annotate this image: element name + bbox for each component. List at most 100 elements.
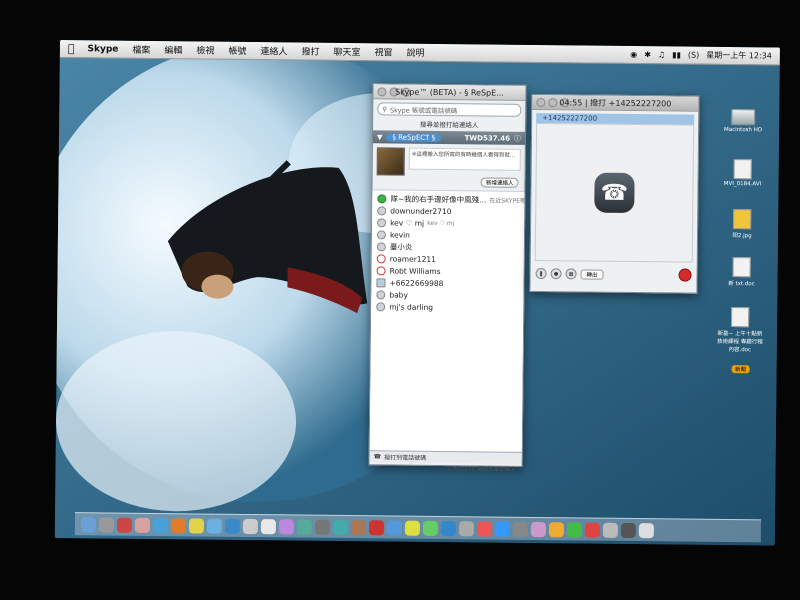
status-icon (377, 217, 387, 227)
volume-icon[interactable]: ♫ (658, 50, 665, 59)
app-icon[interactable] (278, 518, 294, 534)
search-call-link[interactable]: 搜尋並撥打給連絡人 (373, 118, 525, 130)
contact-name: roamer1211 (389, 253, 436, 264)
contact-name: 臺小炎 (389, 241, 413, 252)
info-icon[interactable]: ⓘ (514, 133, 521, 143)
firefox-icon[interactable] (170, 517, 187, 533)
image-file-icon (733, 209, 752, 230)
telephone-icon: ☎ (594, 172, 635, 214)
contact-name: kev ♡ mj (390, 217, 425, 228)
app-icon[interactable] (206, 518, 223, 534)
phone-small-icon: ☎ (373, 453, 382, 461)
app-icon[interactable] (530, 521, 546, 537)
battery-icon[interactable]: ▮▮ (672, 50, 681, 59)
app-icon[interactable] (620, 522, 636, 538)
mac-screen:  Skype 檔案 編輯 檢視 帳號 連絡人 撥打 聊天室 視窗 說明 ◉ ✱… (54, 40, 780, 546)
contact-name: 隊~我的右手邊好像中風殘... (390, 193, 487, 204)
status-icon (376, 253, 386, 263)
desktop-icon-image[interactable]: 阳2.jpg (722, 209, 762, 239)
status-icon (376, 277, 386, 287)
app-icon[interactable] (314, 519, 330, 535)
desktop-icon-label: 阳2.jpg (732, 233, 752, 240)
profile-name[interactable]: § ReSpECT § (386, 132, 442, 142)
contact-name: mj's darling (389, 301, 434, 312)
contact-list: 隊~我的右手邊好像中風殘... 在近SKYPE等您的... downunder27… (369, 190, 525, 452)
menu-app-name[interactable]: Skype (87, 44, 118, 54)
desktop-icon-video[interactable]: MVI_0184.AVI (722, 159, 762, 187)
hangup-icon[interactable] (678, 268, 692, 282)
contact-name: +6622669988 (389, 277, 444, 288)
skype-window-title: Skype™ (BETA) - § ReSpE... (395, 87, 504, 98)
search-input[interactable]: ⚲ Skype 帳號或電話號碼 (377, 102, 522, 117)
contact-item[interactable]: 臺小炎 (372, 240, 524, 254)
app-icon[interactable] (566, 521, 582, 537)
desktop-icon-hd[interactable]: Macintosh HD (723, 109, 763, 133)
bluetooth-icon[interactable]: ✱ (644, 50, 651, 59)
keypad-icon[interactable]: ▦ (565, 268, 577, 280)
menu-file[interactable]: 檔案 (132, 43, 150, 56)
app-icon[interactable] (350, 519, 366, 535)
app-icon[interactable] (494, 521, 510, 537)
contact-mood: 在近SKYPE等您的... (489, 197, 525, 205)
app-icon[interactable] (404, 520, 420, 536)
avatar[interactable] (376, 147, 405, 176)
app-icon[interactable] (476, 520, 492, 537)
contact-name: Robt Williams (389, 265, 441, 276)
app-icon[interactable] (386, 519, 402, 536)
safari-icon[interactable] (152, 517, 169, 533)
desktop-icon-badge[interactable]: 新聞 (721, 363, 761, 374)
menu-edit[interactable]: 編輯 (164, 43, 182, 56)
menu-view[interactable]: 檢視 (196, 43, 214, 56)
contact-item[interactable]: 隊~我的右手邊好像中風殘... 在近SKYPE等您的... (372, 192, 524, 206)
app-icon[interactable] (602, 522, 618, 538)
mute-icon[interactable]: ● (550, 268, 562, 280)
menu-help[interactable]: 說明 (406, 46, 424, 59)
dashboard-icon[interactable] (98, 516, 115, 533)
menu-contacts[interactable]: 連絡人 (260, 44, 287, 57)
contact-name: baby (389, 289, 408, 300)
app-icon[interactable] (458, 520, 474, 536)
app-icon[interactable] (584, 522, 600, 538)
apple-icon[interactable]:  (68, 42, 75, 55)
app-icon[interactable] (512, 521, 528, 537)
contact-name: kevin (389, 229, 410, 240)
call-title-bar[interactable]: 04:55 | 撥打 +14252227200 (532, 94, 699, 112)
menu-account[interactable]: 帳號 (228, 44, 246, 57)
itunes-icon[interactable] (116, 517, 133, 533)
pause-icon[interactable]: ❚ (535, 267, 547, 280)
menu-chat[interactable]: 聊天室 (333, 45, 360, 58)
app-icon[interactable] (296, 519, 312, 535)
app-icon[interactable] (332, 519, 348, 535)
app-icon[interactable] (440, 520, 456, 536)
mood-message[interactable]: ※這裡搬入您所寫的有時幾個人看得到就... (408, 147, 521, 171)
vlc-icon[interactable] (548, 521, 564, 537)
app-icon[interactable] (422, 520, 438, 536)
add-contact-button[interactable]: 新增連絡人 (480, 177, 519, 188)
contact-mood: kev ♡ mj (427, 219, 455, 227)
desktop-icon-doc2[interactable]: 新基~ 上午十點新技術課程 專題行程內容.doc (717, 307, 763, 353)
desktop-icon-doc1[interactable]: 新 txt.doc (721, 257, 761, 287)
mail-icon[interactable] (134, 517, 151, 533)
transfer-select[interactable]: 轉出 (580, 268, 604, 280)
document-icon (731, 307, 750, 328)
finder-icon[interactable] (80, 516, 97, 532)
skype-credit[interactable]: TWD537.46 (465, 134, 510, 142)
app-icon[interactable] (368, 519, 384, 535)
ichat-icon[interactable] (188, 517, 205, 534)
wifi-icon[interactable]: ◉ (630, 50, 637, 59)
skype-dock-icon[interactable] (224, 518, 241, 534)
status-icon (376, 265, 386, 275)
status-icon (377, 205, 387, 215)
search-icon: ⚲ (382, 104, 388, 113)
desktop-icon-label: 新 txt.doc (728, 281, 755, 288)
trash-icon[interactable] (638, 522, 654, 538)
menu-window[interactable]: 視窗 (374, 45, 392, 58)
menu-call[interactable]: 撥打 (301, 45, 319, 58)
calendar-icon[interactable] (260, 518, 276, 534)
menubar-clock[interactable]: 星期一上午 12:34 (706, 50, 772, 62)
status-dropdown-icon[interactable]: ▼ (377, 133, 382, 141)
contact-item[interactable]: mj's darling (371, 300, 523, 314)
skype-title-bar[interactable]: Skype™ (BETA) - § ReSpE... (373, 84, 526, 101)
input-status[interactable]: (S) (688, 51, 699, 60)
app-icon[interactable] (242, 518, 258, 534)
